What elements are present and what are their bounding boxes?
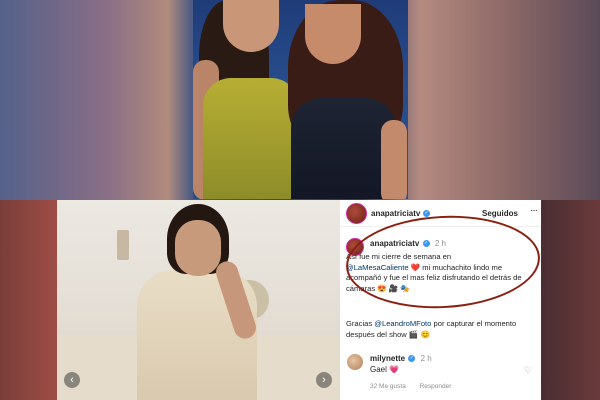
comment-likes[interactable]: 32 Me gusta <box>370 383 406 390</box>
photo-figure <box>203 78 299 199</box>
avatar[interactable] <box>346 353 364 371</box>
caption-text-2: Gracias @LeandroMFoto por capturar el mo… <box>346 319 536 340</box>
mention-link[interactable]: @LeandroMFoto <box>374 319 431 328</box>
reply-button[interactable]: Responder <box>420 383 452 390</box>
comment-item: milynette ✓ 2 h Gael 💗 32 Me gusta Respo… <box>346 353 536 393</box>
photo-figure <box>175 220 221 276</box>
comment-text: Gael 💗 <box>370 365 399 374</box>
top-photo <box>193 0 408 199</box>
comment-header: milynette ✓ 2 h <box>370 354 432 363</box>
photo-prop <box>117 230 129 260</box>
photo-figure <box>305 4 361 64</box>
comment-body: Gael <box>370 365 387 374</box>
heart-emoji: 💗 <box>389 365 400 374</box>
photo-figure <box>381 120 407 199</box>
heart-outline-icon[interactable]: ♡ <box>524 365 532 376</box>
more-options-icon[interactable]: ··· <box>530 205 538 216</box>
carousel-photo: ‹ › <box>57 200 340 400</box>
comment-meta: 32 Me gusta Responder <box>370 383 463 390</box>
carousel-next-button[interactable]: › <box>316 372 332 388</box>
carousel-prev-button[interactable]: ‹ <box>64 372 80 388</box>
photo-figure <box>223 0 279 52</box>
comment-time: 2 h <box>420 354 432 363</box>
instagram-post-panel: anapatriciatv ✓ Seguidos ··· anapatricia… <box>340 200 541 400</box>
verified-badge-icon: ✓ <box>408 355 416 363</box>
blurred-background-right <box>541 200 600 400</box>
avatar[interactable] <box>346 203 367 224</box>
post-username[interactable]: anapatriciatv <box>371 209 420 218</box>
caption-line: Gracias <box>346 319 375 328</box>
comment-username[interactable]: milynette <box>370 354 405 363</box>
following-button[interactable]: Seguidos <box>482 209 518 218</box>
